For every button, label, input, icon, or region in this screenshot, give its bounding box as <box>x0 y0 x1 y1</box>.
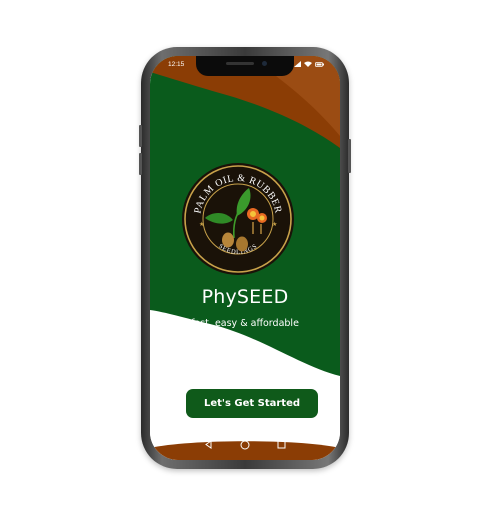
power-button <box>348 139 351 173</box>
app-screen: 12:15 PALM OIL & RUBBER SEEDLINGS ★ ★ Ph… <box>150 56 340 460</box>
volume-button <box>139 125 142 147</box>
status-icons <box>294 61 324 67</box>
get-started-button[interactable]: Let's Get Started <box>186 389 318 418</box>
navigation-bar <box>150 434 340 460</box>
app-name: PhySEED <box>201 286 289 308</box>
battery-icon <box>315 61 324 67</box>
home-icon[interactable] <box>240 440 250 450</box>
star-icon: ★ <box>199 221 204 228</box>
back-icon[interactable] <box>204 440 213 449</box>
signal-icon <box>294 61 301 67</box>
phone-frame: 12:15 PALM OIL & RUBBER SEEDLINGS ★ ★ Ph… <box>139 47 351 469</box>
app-logo: PALM OIL & RUBBER SEEDLINGS ★ ★ <box>182 163 294 275</box>
status-time: 12:15 <box>168 61 185 68</box>
speaker <box>226 62 254 65</box>
wifi-icon <box>304 61 312 67</box>
notch <box>196 56 294 76</box>
app-tagline: fast, easy & affordable <box>191 318 299 329</box>
recents-icon[interactable] <box>277 440 286 449</box>
star-icon: ★ <box>272 221 277 228</box>
volume-button <box>139 153 142 175</box>
camera-icon <box>262 61 267 66</box>
